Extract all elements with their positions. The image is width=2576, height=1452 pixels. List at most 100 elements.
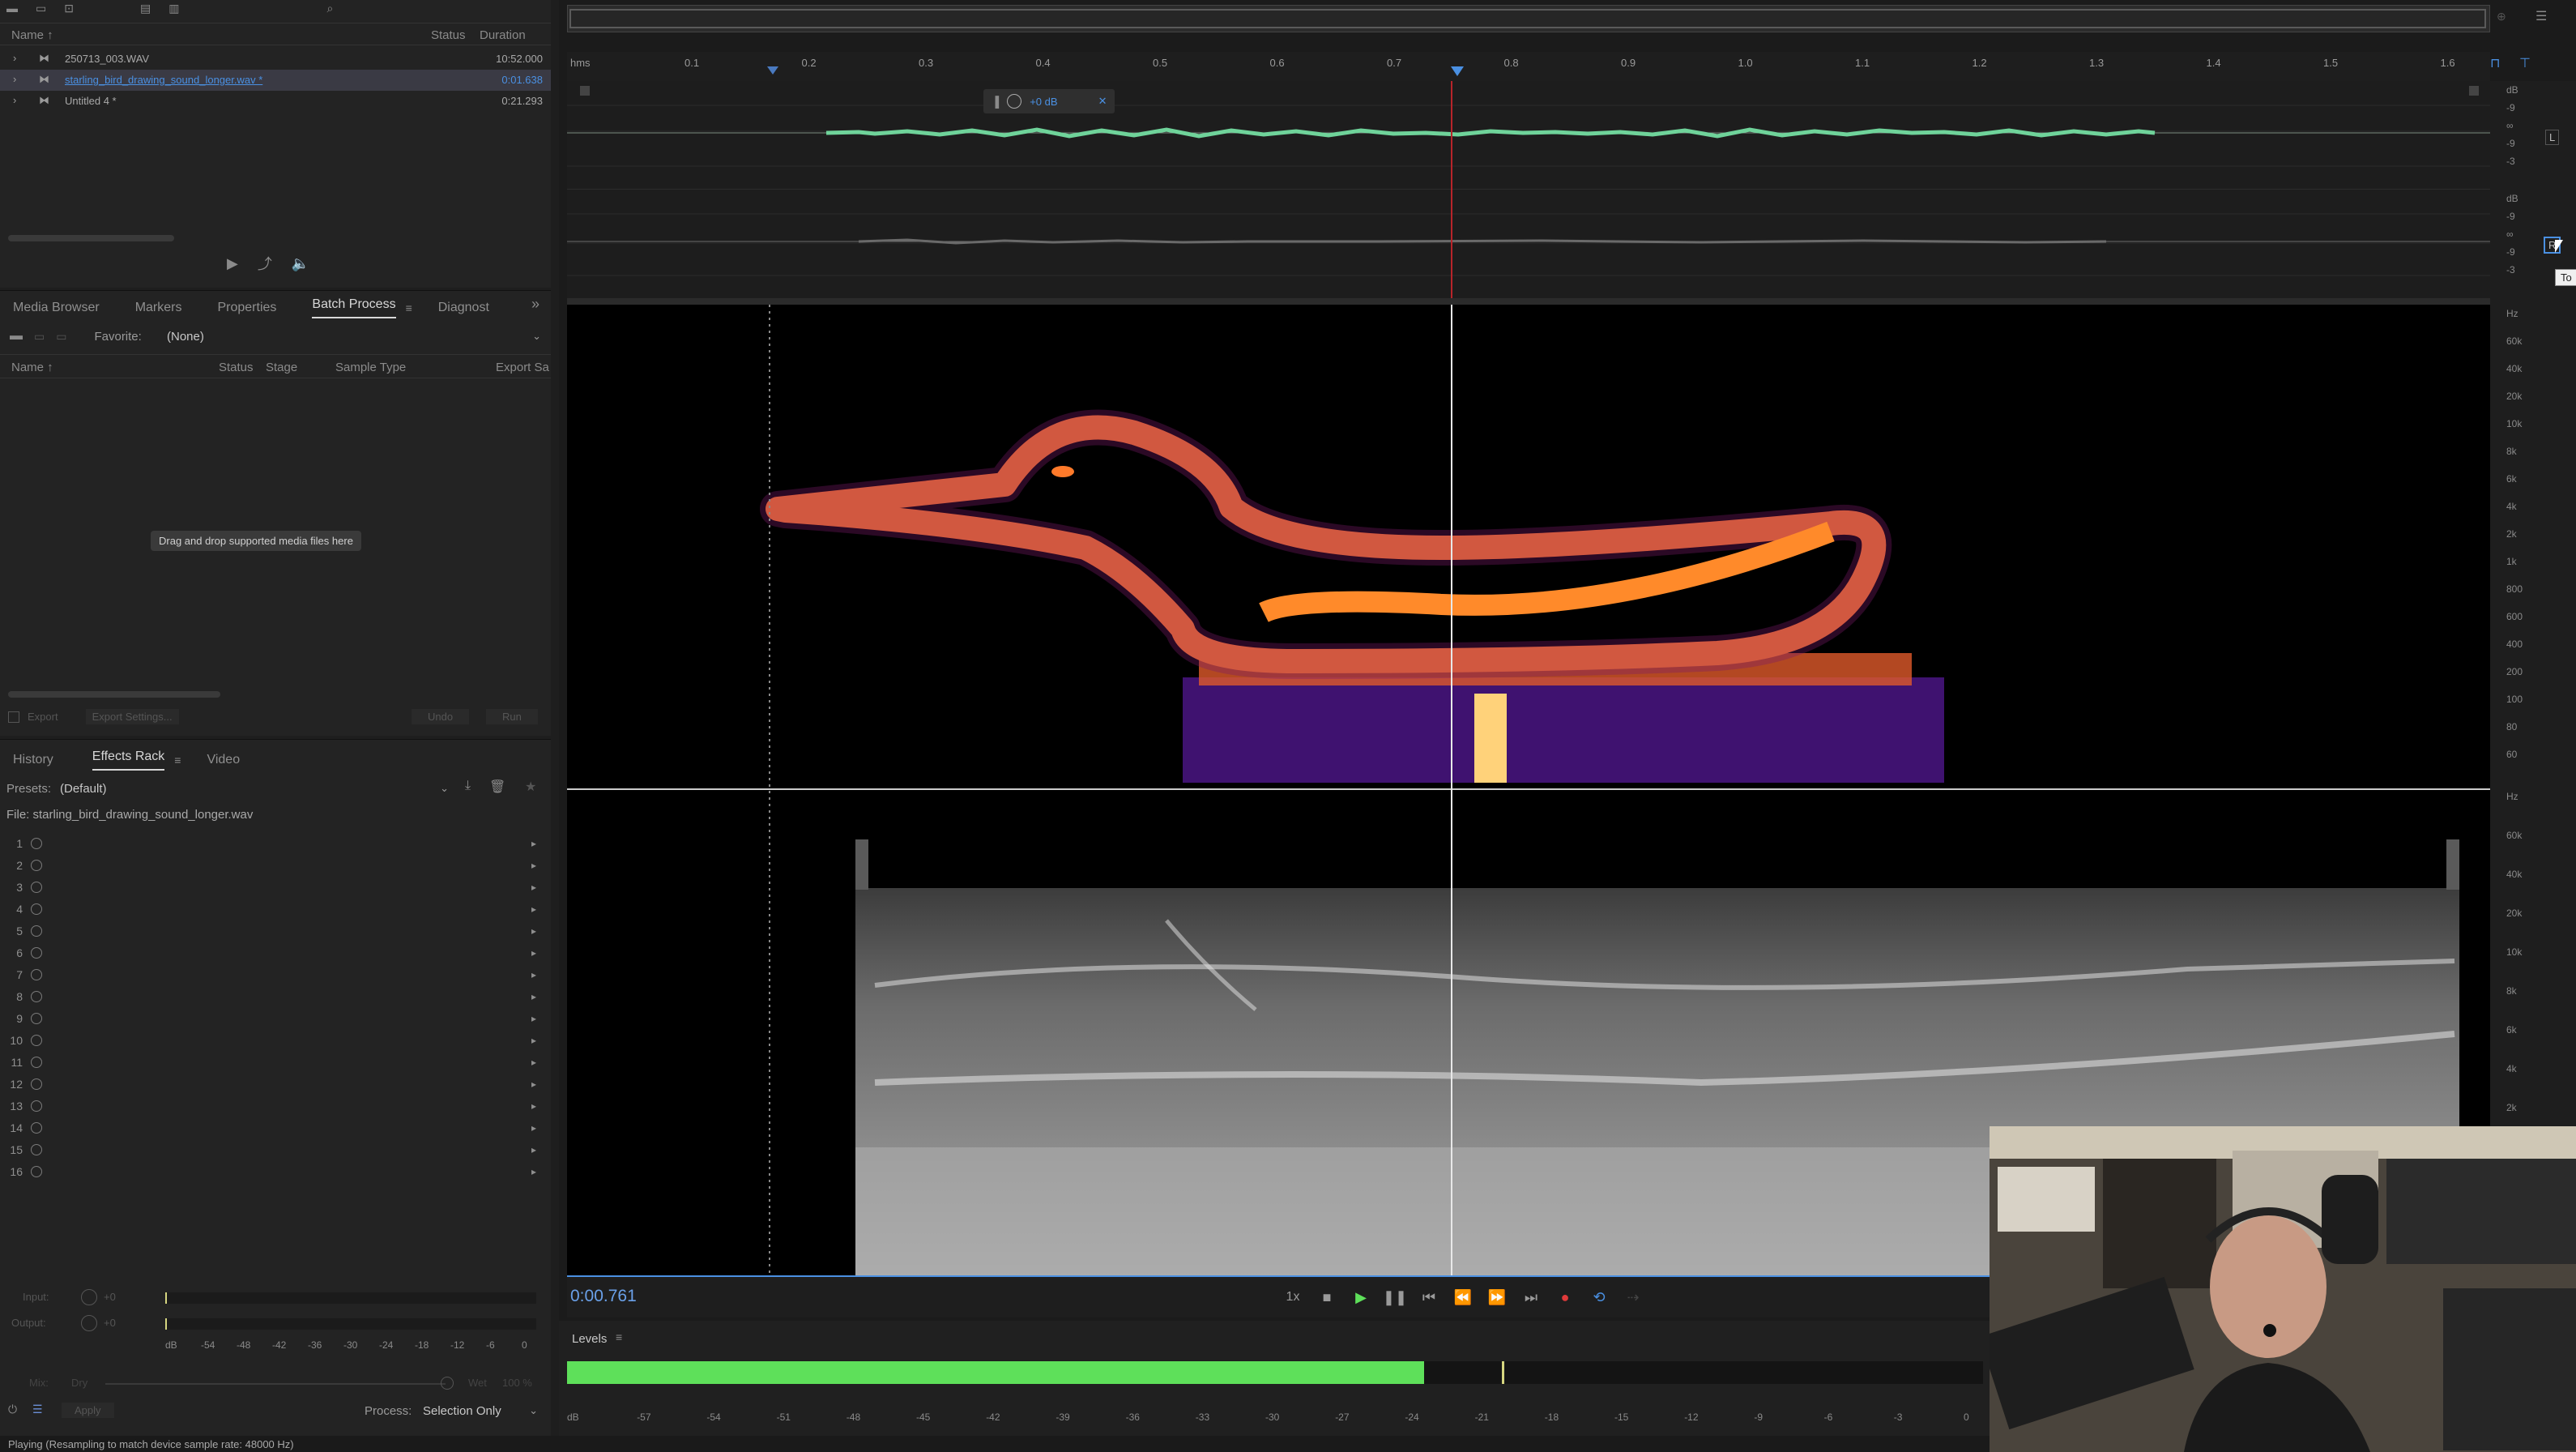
- power-icon[interactable]: [31, 968, 42, 980]
- slot-menu-arrow-icon[interactable]: ▸: [531, 925, 536, 937]
- slot-menu-arrow-icon[interactable]: ▸: [531, 1078, 536, 1090]
- marker-icon[interactable]: ⊤: [2519, 55, 2531, 71]
- effect-slot[interactable]: 13 ▸: [0, 1095, 551, 1117]
- slot-menu-arrow-icon[interactable]: ▸: [531, 1166, 536, 1177]
- expand-chevron-icon[interactable]: ›: [13, 73, 16, 85]
- effect-slot[interactable]: 12 ▸: [0, 1073, 551, 1095]
- effect-slot[interactable]: 3 ▸: [0, 876, 551, 898]
- effect-slot[interactable]: 4 ▸: [0, 898, 551, 920]
- stop-icon[interactable]: ■: [1311, 1285, 1343, 1309]
- tab-properties[interactable]: Properties: [217, 301, 276, 315]
- power-icon[interactable]: [31, 1165, 42, 1177]
- file-row[interactable]: › ⧓ 250713_003.WAV 10:52.000: [0, 49, 551, 70]
- col-stage[interactable]: Stage: [266, 361, 297, 374]
- slot-menu-arrow-icon[interactable]: ▸: [531, 882, 536, 893]
- power-icon[interactable]: [31, 1078, 42, 1090]
- list-view-icon[interactable]: ☰: [32, 1403, 43, 1416]
- power-icon[interactable]: [31, 990, 42, 1002]
- power-icon[interactable]: [31, 946, 42, 959]
- loop-icon[interactable]: ⤴: [258, 253, 272, 274]
- mix-slider[interactable]: [105, 1383, 446, 1385]
- presets-dropdown[interactable]: (Default) ⌄: [57, 779, 454, 798]
- effect-slot[interactable]: 9 ▸: [0, 1007, 551, 1029]
- power-icon[interactable]: [31, 903, 42, 915]
- splitter-handle[interactable]: [567, 298, 2490, 305]
- import-icon[interactable]: ▭: [36, 2, 46, 15]
- panel-menu-icon[interactable]: ≡: [174, 754, 181, 767]
- effect-slot[interactable]: 14 ▸: [0, 1117, 551, 1138]
- power-icon[interactable]: [31, 1034, 42, 1046]
- slot-menu-arrow-icon[interactable]: ▸: [531, 991, 536, 1002]
- pin-icon[interactable]: ✕: [1098, 95, 1107, 108]
- delete-preset-icon[interactable]: 🗑: [489, 779, 505, 795]
- close-file-icon[interactable]: ▥: [168, 2, 179, 15]
- output-value[interactable]: +0: [104, 1317, 116, 1329]
- power-icon[interactable]: [31, 1100, 42, 1112]
- vertical-scale[interactable]: dB -9 ∞ -9 -3 dB -9 ∞ -9 -3 Hz 60k 40k 20k 10k 8k 6k 4k 2k…: [2490, 81, 2576, 1275]
- in-point-marker[interactable]: [767, 66, 778, 75]
- panel-menu-icon[interactable]: ≡: [406, 301, 412, 314]
- slot-menu-arrow-icon[interactable]: ▸: [531, 838, 536, 849]
- slot-menu-arrow-icon[interactable]: ▸: [531, 1013, 536, 1024]
- clear-icon[interactable]: ▭: [56, 330, 66, 344]
- power-icon[interactable]: [31, 1121, 42, 1134]
- undo-button[interactable]: Undo: [412, 709, 470, 724]
- autoplay-speaker-icon[interactable]: 🔈: [292, 255, 309, 272]
- file-row-selected[interactable]: › ⧓ starling_bird_drawing_sound_longer.w…: [0, 70, 551, 91]
- col-name[interactable]: Name ↑: [11, 361, 53, 374]
- timeline-ruler[interactable]: hms 0.1 0.2 0.3 0.4 0.5 0.6 0.7 0.8 0.9 1.0 1.1 1.2…: [567, 52, 2490, 81]
- overview-range[interactable]: [569, 9, 2486, 28]
- hud-gain-value[interactable]: +0 dB: [1030, 96, 1057, 108]
- search-icon[interactable]: ⌕: [326, 2, 333, 15]
- effect-slot[interactable]: 15 ▸: [0, 1138, 551, 1160]
- effect-slot[interactable]: 11 ▸: [0, 1051, 551, 1073]
- col-status[interactable]: Status: [219, 361, 254, 374]
- output-knob[interactable]: [81, 1315, 97, 1331]
- power-icon[interactable]: [31, 881, 42, 893]
- power-icon[interactable]: ⏻: [8, 1403, 17, 1416]
- waveform-view[interactable]: ▐ +0 dB ✕: [567, 81, 2490, 298]
- insert-icon[interactable]: ▤: [140, 2, 151, 15]
- go-to-start-icon[interactable]: ⏮: [1413, 1285, 1445, 1309]
- panel-menu-icon[interactable]: ≡: [616, 1330, 622, 1343]
- export-settings-button[interactable]: Export Settings...: [85, 709, 179, 724]
- save-preset-icon[interactable]: ⤓: [465, 779, 471, 793]
- file-row[interactable]: › ⧓ Untitled 4 * 0:21.293: [0, 91, 551, 112]
- record-icon[interactable]: ●: [1549, 1285, 1581, 1309]
- channel-left-label[interactable]: L: [2545, 130, 2560, 145]
- apply-button[interactable]: Apply: [62, 1403, 114, 1418]
- wet-value[interactable]: 100 %: [502, 1377, 532, 1389]
- power-icon[interactable]: [31, 859, 42, 871]
- tab-markers[interactable]: Markers: [135, 301, 182, 315]
- power-icon[interactable]: [31, 837, 42, 849]
- batch-scrollbar[interactable]: [8, 691, 220, 698]
- effect-slot[interactable]: 16 ▸: [0, 1160, 551, 1182]
- go-to-end-icon[interactable]: ⏭: [1515, 1285, 1547, 1309]
- tab-video[interactable]: Video: [207, 753, 240, 767]
- waveform-corner-box[interactable]: [2469, 86, 2479, 96]
- power-icon[interactable]: [31, 925, 42, 937]
- more-tabs-icon[interactable]: »: [531, 296, 540, 313]
- new-file-icon[interactable]: ⊡: [64, 2, 74, 15]
- process-dropdown[interactable]: Selection Only ⌄: [420, 1401, 541, 1420]
- slot-menu-arrow-icon[interactable]: ▸: [531, 1035, 536, 1046]
- mix-slider-handle[interactable]: [441, 1377, 454, 1390]
- power-icon[interactable]: [31, 1056, 42, 1068]
- tab-effects-rack[interactable]: Effects Rack: [92, 749, 165, 771]
- slot-menu-arrow-icon[interactable]: ▸: [531, 903, 536, 915]
- expand-chevron-icon[interactable]: ›: [13, 94, 16, 106]
- col-duration[interactable]: Duration: [480, 28, 526, 42]
- files-scrollbar[interactable]: [8, 235, 174, 241]
- hud-gain-control[interactable]: ▐ +0 dB ✕: [983, 89, 1115, 113]
- input-value[interactable]: +0: [104, 1291, 116, 1303]
- play-icon[interactable]: ▶: [1345, 1285, 1377, 1309]
- effect-slot[interactable]: 8 ▸: [0, 985, 551, 1007]
- folder-icon[interactable]: ▬: [10, 329, 23, 344]
- playhead-marker[interactable]: [1451, 66, 1464, 76]
- open-file-icon[interactable]: ▬: [6, 2, 18, 15]
- favorite-dropdown[interactable]: (None) ⌄: [159, 327, 546, 346]
- tab-diagnostics[interactable]: Diagnost: [438, 301, 489, 315]
- loop-icon[interactable]: ⟲: [1583, 1285, 1615, 1309]
- slot-menu-arrow-icon[interactable]: ▸: [531, 1122, 536, 1134]
- col-name[interactable]: Name ↑: [11, 28, 53, 42]
